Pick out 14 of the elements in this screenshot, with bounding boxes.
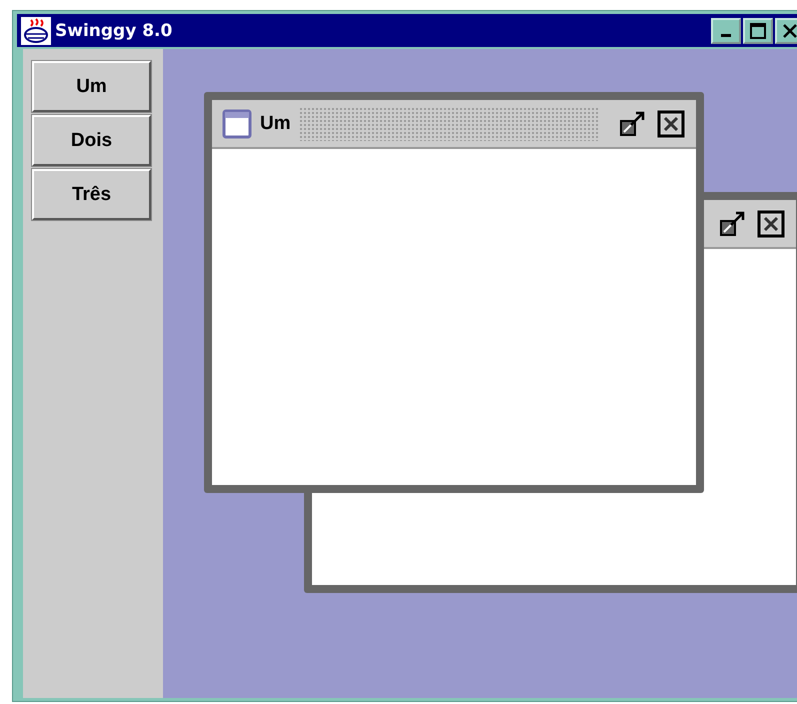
- close-button[interactable]: [756, 208, 786, 238]
- minimize-button[interactable]: [711, 18, 741, 44]
- window-title: Swinggy 8.0: [55, 20, 172, 40]
- maximize-button[interactable]: [743, 18, 773, 44]
- close-icon: [782, 22, 797, 38]
- app-icon: [21, 16, 51, 44]
- sidebar-button[interactable]: Três: [32, 169, 151, 220]
- close-button[interactable]: [656, 108, 686, 138]
- maximize-icon: [749, 22, 767, 40]
- sidebar-button[interactable]: Dois: [32, 115, 151, 166]
- window-icon: [222, 108, 252, 138]
- sidebar-button[interactable]: Um: [32, 61, 151, 112]
- minimize-icon: [721, 34, 731, 37]
- internal-window-title: Um: [260, 112, 291, 134]
